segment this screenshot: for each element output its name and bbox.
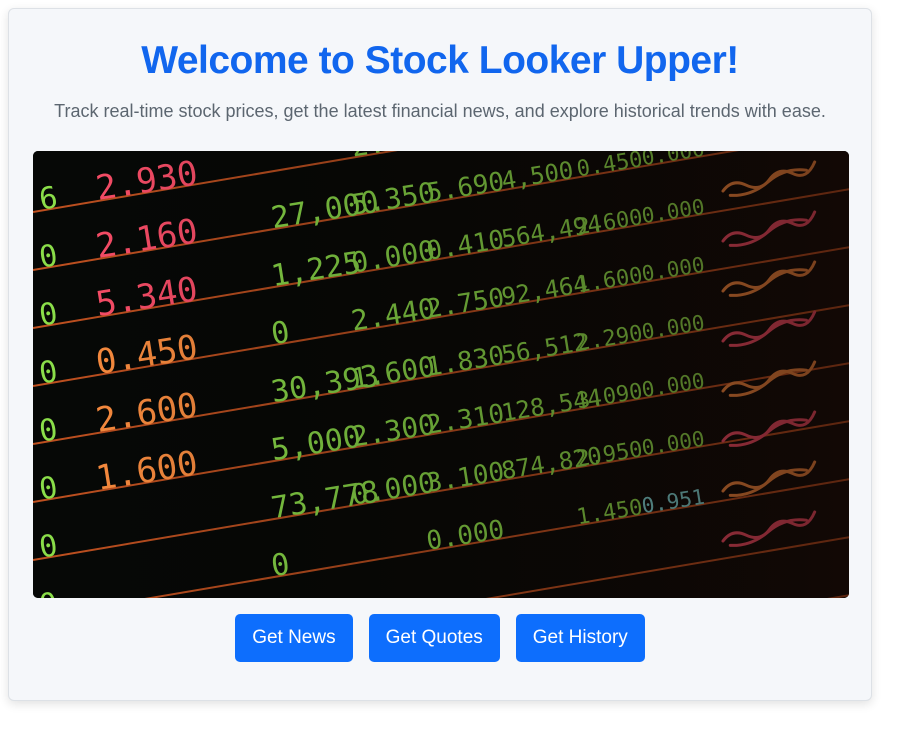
stock-ticker-board-image: 62.9302.1802.5.43002.16027,0005.3505.690… [33,151,849,598]
get-news-button[interactable]: Get News [235,614,353,662]
page-title: Welcome to Stock Looker Upper! [141,39,739,82]
get-quotes-button[interactable]: Get Quotes [368,614,500,662]
board-shade [33,151,849,598]
action-buttons: Get News Get Quotes Get History [9,614,871,662]
welcome-card: Welcome to Stock Looker Upper! Track rea… [8,8,872,701]
page-subtitle: Track real-time stock prices, get the la… [54,101,826,121]
stock-ticker-board-graphic: 62.9302.1802.5.43002.16027,0005.3505.690… [33,151,849,598]
get-history-button[interactable]: Get History [515,614,645,662]
